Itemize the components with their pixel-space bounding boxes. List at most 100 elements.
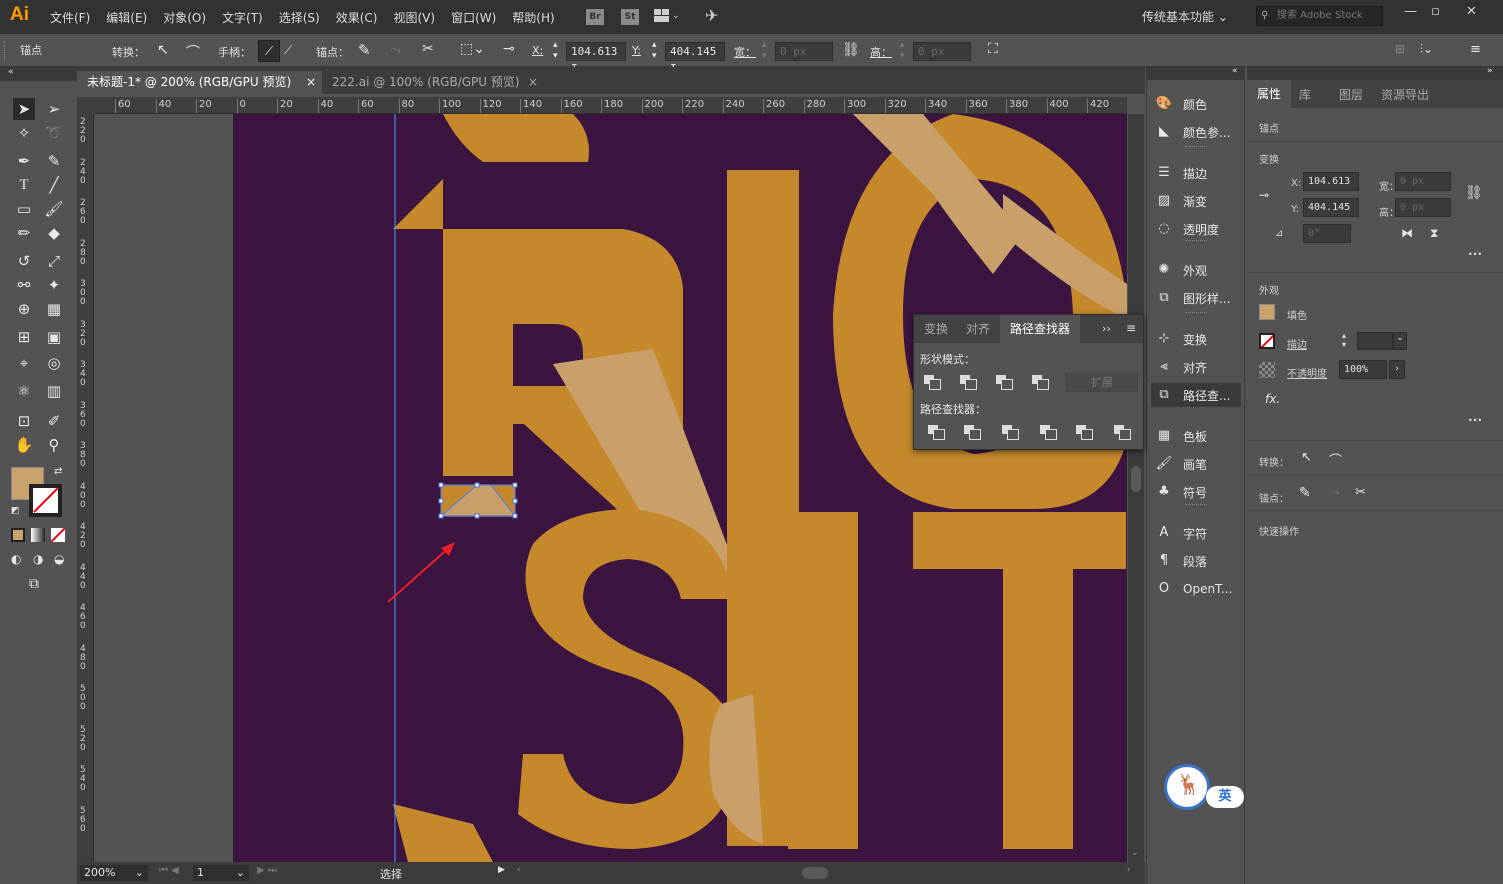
constrain-proportions-icon[interactable]: ⛓ xyxy=(842,42,860,58)
color-mode-icon[interactable] xyxy=(11,528,25,542)
draw-normal-icon[interactable]: ◐ xyxy=(11,552,21,566)
artboard-tool-icon[interactable]: ⊡ xyxy=(13,410,35,432)
scale-tool-icon[interactable]: ⤢ xyxy=(43,250,65,272)
props-x-field[interactable]: 104.613 xyxy=(1303,172,1359,191)
menu-item[interactable]: 对象(O) xyxy=(155,9,214,26)
flip-horizontal-icon[interactable]: ⧓ xyxy=(1401,226,1413,240)
dock-item-align[interactable]: ⫷ 对齐 xyxy=(1155,355,1245,379)
menu-item[interactable]: 编辑(E) xyxy=(98,9,155,26)
eraser-tool-icon[interactable]: ◆ xyxy=(43,222,65,244)
ruler-origin[interactable] xyxy=(77,97,95,114)
canvas[interactable] xyxy=(95,114,1127,862)
merge-icon[interactable] xyxy=(1002,425,1019,440)
panel-group-grip[interactable] xyxy=(1185,399,1207,402)
crop-icon[interactable] xyxy=(1040,425,1057,440)
dock-item-character[interactable]: A 字符 xyxy=(1155,521,1245,545)
scroll-thumb[interactable] xyxy=(1131,466,1141,492)
dock-item-appearance[interactable]: ✺ 外观 xyxy=(1155,258,1245,282)
width-field[interactable]: 0 px xyxy=(775,42,833,61)
status-menu-icon[interactable]: ▶ xyxy=(498,865,505,875)
vertical-ruler[interactable]: 220 240 260 280 300 320 340 360 380 400 420 440 460 4… xyxy=(77,114,94,862)
close-tab-icon[interactable]: × xyxy=(528,71,538,94)
props-angle-field[interactable]: 0° xyxy=(1303,224,1351,243)
direct-selection-tool-icon[interactable]: ➢ xyxy=(43,98,65,120)
width-stepper[interactable]: ▴ ▾ xyxy=(762,40,767,62)
panel-menu-icon[interactable]: ≡ xyxy=(1126,321,1136,335)
width-tool-icon[interactable]: ⚯ xyxy=(13,274,35,296)
menu-item[interactable]: 文字(T) xyxy=(214,9,271,26)
draw-inside-icon[interactable]: ◒ xyxy=(54,552,64,566)
opacity-field[interactable]: 100% xyxy=(1339,360,1387,379)
control-bar-menu-icon[interactable]: ≡ xyxy=(1470,42,1481,57)
zoom-select[interactable]: 200% ⌄ xyxy=(80,865,148,881)
menu-item[interactable]: 窗口(W) xyxy=(443,9,504,26)
gradient-tool-icon[interactable]: ▣ xyxy=(43,326,65,348)
stock-button[interactable]: St xyxy=(621,9,639,25)
selection-tool-icon[interactable]: ➤ xyxy=(13,98,35,120)
curvature-tool-icon[interactable]: ✎ xyxy=(43,150,65,172)
tab-libraries[interactable]: 库 xyxy=(1299,86,1311,103)
reference-point-icon[interactable]: ⊸ xyxy=(503,41,515,57)
x-stepper[interactable]: ▴ ▾ xyxy=(553,40,558,62)
x-field[interactable]: 104.613 I xyxy=(566,42,626,75)
menu-item[interactable]: 效果(C) xyxy=(328,9,386,26)
dock-item-pathfinder[interactable]: ⧉ 路径查... xyxy=(1151,383,1241,407)
paintbrush-tool-icon[interactable]: 🖌 xyxy=(43,198,65,220)
puppet-warp-tool-icon[interactable]: ✦ xyxy=(43,274,65,296)
hand-tool-icon[interactable]: ✋ xyxy=(13,434,35,456)
eyedropper-tool-icon[interactable]: ⌖ xyxy=(13,352,35,374)
zoom-tool-icon[interactable]: ⚲ xyxy=(43,434,65,456)
menu-item[interactable]: 帮助(H) xyxy=(504,9,562,26)
rectangle-tool-icon[interactable]: ▭ xyxy=(13,198,35,220)
artboard[interactable] xyxy=(233,114,1127,862)
stroke-weight-dropdown[interactable]: ⌄ xyxy=(1393,332,1407,350)
remove-anchor-icon[interactable]: ✎ xyxy=(1299,485,1311,501)
gpu-performance-icon[interactable]: ✈ xyxy=(705,6,718,25)
divide-icon[interactable] xyxy=(928,425,945,440)
cut-path-icon[interactable]: ✂ xyxy=(422,41,434,57)
props-fill-swatch[interactable] xyxy=(1259,304,1275,320)
exclude-icon[interactable] xyxy=(1032,375,1049,390)
collapse-toolbar-icon[interactable]: « xyxy=(8,67,14,77)
tab-pathfinder[interactable]: 路径查找器 xyxy=(1000,315,1081,343)
shaper-tool-icon[interactable]: ✏ xyxy=(13,222,35,244)
show-handles-icon[interactable]: ⟋ xyxy=(258,40,280,62)
dock-item-opentype[interactable]: O OpenT... xyxy=(1155,577,1245,601)
none-mode-icon[interactable] xyxy=(51,528,65,542)
y-stepper[interactable]: ▴ ▾ xyxy=(652,40,657,62)
perspective-grid-tool-icon[interactable]: ▦ xyxy=(43,298,65,320)
pen-tool-icon[interactable]: ✒ xyxy=(13,150,35,172)
magic-wand-tool-icon[interactable]: ✧ xyxy=(13,122,35,144)
reference-point-icon[interactable]: ⊸ xyxy=(1259,188,1269,202)
arrange-documents-icon[interactable]: ⌄ xyxy=(654,9,680,23)
tab-layers[interactable]: 图层 xyxy=(1339,86,1363,103)
menu-item[interactable]: 文件(F) xyxy=(42,9,98,26)
default-fill-stroke-icon[interactable]: ◩ xyxy=(11,506,20,516)
constrain-proportions-icon[interactable]: ⛓ xyxy=(1465,185,1483,201)
height-field[interactable]: 0 px xyxy=(913,42,971,61)
dock-item-color-guide[interactable]: ◣ 颜色参... xyxy=(1155,120,1245,144)
blend-tool-icon[interactable]: ◎ xyxy=(43,352,65,374)
intersect-icon[interactable] xyxy=(996,375,1013,390)
convert-smooth-icon[interactable]: ⌒ xyxy=(186,42,200,62)
minus-back-icon[interactable] xyxy=(1114,425,1131,440)
props-y-field[interactable]: 404.145 xyxy=(1303,198,1359,217)
tab-transform[interactable]: 变换 xyxy=(914,315,958,343)
panel-group-grip[interactable] xyxy=(1185,312,1207,315)
stroke-swatch[interactable] xyxy=(29,484,62,517)
mesh-tool-icon[interactable]: ⊞ xyxy=(13,326,35,348)
isolate-selection-icon[interactable]: ⬚⌄ xyxy=(460,41,485,57)
distribute-options-icon[interactable]: ⫶⌄ xyxy=(1420,42,1433,57)
convert-corner-icon[interactable]: ↖ xyxy=(1301,450,1312,465)
lasso-tool-icon[interactable]: ➰ xyxy=(43,122,65,144)
swap-fill-stroke-icon[interactable]: ⇄ xyxy=(54,466,62,477)
dock-item-brushes[interactable]: 🖌 画笔 xyxy=(1155,452,1245,476)
slice-tool-icon[interactable]: ✐ xyxy=(43,410,65,432)
dock-item-color[interactable]: 🎨 颜色 xyxy=(1155,92,1245,116)
align-options-icon[interactable]: ⊞ xyxy=(1395,42,1405,56)
dock-item-transform[interactable]: ⊹ 变换 xyxy=(1155,327,1245,351)
menu-item[interactable]: 视图(V) xyxy=(385,9,443,26)
scroll-left-icon[interactable]: ‹ xyxy=(517,865,521,875)
connect-anchors-icon[interactable]: ⤳ xyxy=(390,42,401,58)
convert-smooth-icon[interactable]: ⌒ xyxy=(1329,450,1342,469)
